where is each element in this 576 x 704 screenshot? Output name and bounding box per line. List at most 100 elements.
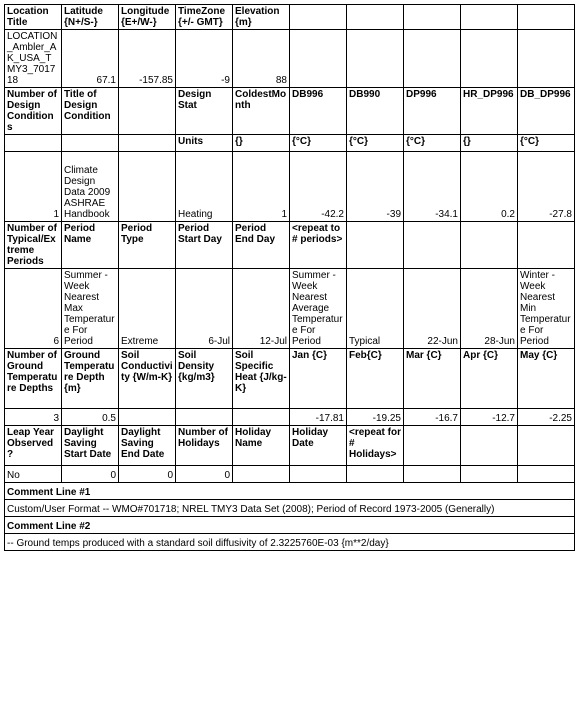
cell: Summer - Week Nearest Average Temperatur… [290,269,347,349]
hdr-cell: Holiday Date [290,426,347,466]
cell: {°C} [404,135,461,152]
cell [461,30,518,88]
hdr-cell: Holiday Name [233,426,290,466]
cell: {°C} [518,135,575,152]
comment-value: -- Ground temps produced with a standard… [5,534,575,551]
cell: -34.1 [404,152,461,222]
hdr-cell: Daylight Saving Start Date [62,426,119,466]
hdr-cell: DB_DP996 [518,88,575,135]
comment1-label-row: Comment Line #1 [5,483,575,500]
periods-data-row: 6 Summer - Week Nearest Max Temperature … [5,269,575,349]
cell: -9 [176,30,233,88]
cell: 0 [62,466,119,483]
cell: 0 [176,466,233,483]
design-data-row: 1 Climate Design Data 2009 ASHRAE Handbo… [5,152,575,222]
hdr-cell: Soil Density {kg/m3} [176,349,233,409]
hdr-cell: Leap Year Observed? [5,426,62,466]
hdr-cell [290,5,347,30]
hdr-cell [518,426,575,466]
hdr-cell: Longitude {E+/W-} [119,5,176,30]
cell: -42.2 [290,152,347,222]
cell: -16.7 [404,409,461,426]
cell [290,466,347,483]
cell: Extreme [119,269,176,349]
comment2-label-row: Comment Line #2 [5,517,575,534]
holiday-data-row: No 0 0 0 [5,466,575,483]
hdr-cell: ColdestMonth [233,88,290,135]
hdr-cell: DP996 [404,88,461,135]
hdr-cell: HR_DP996 [461,88,518,135]
comment-value: Custom/User Format -- WMO#701718; NREL T… [5,500,575,517]
hdr-cell: Soil Conductivity {W/m-K} [119,349,176,409]
cell: -12.7 [461,409,518,426]
cell [233,409,290,426]
hdr-cell: Period Type [119,222,176,269]
cell: {°C} [290,135,347,152]
cell: 1 [5,152,62,222]
cell [518,30,575,88]
cell [404,466,461,483]
cell: 6 [5,269,62,349]
cell: 28-Jun [461,269,518,349]
stat-table: Location Title Latitude {N+/S-} Longitud… [4,4,575,551]
hdr-cell: Latitude {N+/S-} [62,5,119,30]
hdr-cell: Jan {C} [290,349,347,409]
hdr-cell: <repeat for # Holidays> [347,426,404,466]
location-data-row: LOCATION_Ambler_AK_USA_TMY3_701718 67.1 … [5,30,575,88]
cell [119,409,176,426]
hdr-cell: Feb{C} [347,349,404,409]
hdr-cell: Ground Temperature Depth {m} [62,349,119,409]
cell: {} [461,135,518,152]
comment-label: Comment Line #2 [5,517,575,534]
hdr-cell: Design Stat [176,88,233,135]
cell: -157.85 [119,30,176,88]
cell: Climate Design Data 2009 ASHRAE Handbook [62,152,119,222]
hdr-cell: DB990 [347,88,404,135]
cell [176,409,233,426]
hdr-cell [518,222,575,269]
periods-header-row: Number of Typical/Extreme Periods Period… [5,222,575,269]
hdr-cell: Number of Typical/Extreme Periods [5,222,62,269]
hdr-cell [347,222,404,269]
cell: Units [176,135,233,152]
cell: {} [233,135,290,152]
hdr-cell: TimeZone {+/- GMT} [176,5,233,30]
cell: -39 [347,152,404,222]
hdr-cell: Elevation {m} [233,5,290,30]
comment-label: Comment Line #1 [5,483,575,500]
hdr-cell: Period Name [62,222,119,269]
cell: 0.5 [62,409,119,426]
hdr-cell: <repeat to # periods> [290,222,347,269]
cell: Winter - Week Nearest Min Temperature Fo… [518,269,575,349]
cell: {°C} [347,135,404,152]
cell: 1 [233,152,290,222]
cell: No [5,466,62,483]
hdr-cell [518,5,575,30]
hdr-cell [461,426,518,466]
cell: Summer - Week Nearest Max Temperature Fo… [62,269,119,349]
hdr-cell: DB996 [290,88,347,135]
cell [119,135,176,152]
hdr-cell: May {C} [518,349,575,409]
comment1-value-row: Custom/User Format -- WMO#701718; NREL T… [5,500,575,517]
hdr-cell: Title of Design Condition [62,88,119,135]
hdr-cell: Daylight Saving End Date [119,426,176,466]
cell [518,466,575,483]
cell [233,466,290,483]
cell: Heating [176,152,233,222]
cell [347,30,404,88]
location-header-row: Location Title Latitude {N+/S-} Longitud… [5,5,575,30]
cell: -2.25 [518,409,575,426]
cell: 3 [5,409,62,426]
hdr-cell: Number of Ground Temperature Depths [5,349,62,409]
hdr-cell: Period Start Day [176,222,233,269]
cell: 22-Jun [404,269,461,349]
hdr-cell [404,5,461,30]
hdr-cell: Location Title [5,5,62,30]
hdr-cell [461,222,518,269]
ground-header-row: Number of Ground Temperature Depths Grou… [5,349,575,409]
cell [5,135,62,152]
cell: -19.25 [347,409,404,426]
cell [119,152,176,222]
holiday-header-row: Leap Year Observed? Daylight Saving Star… [5,426,575,466]
